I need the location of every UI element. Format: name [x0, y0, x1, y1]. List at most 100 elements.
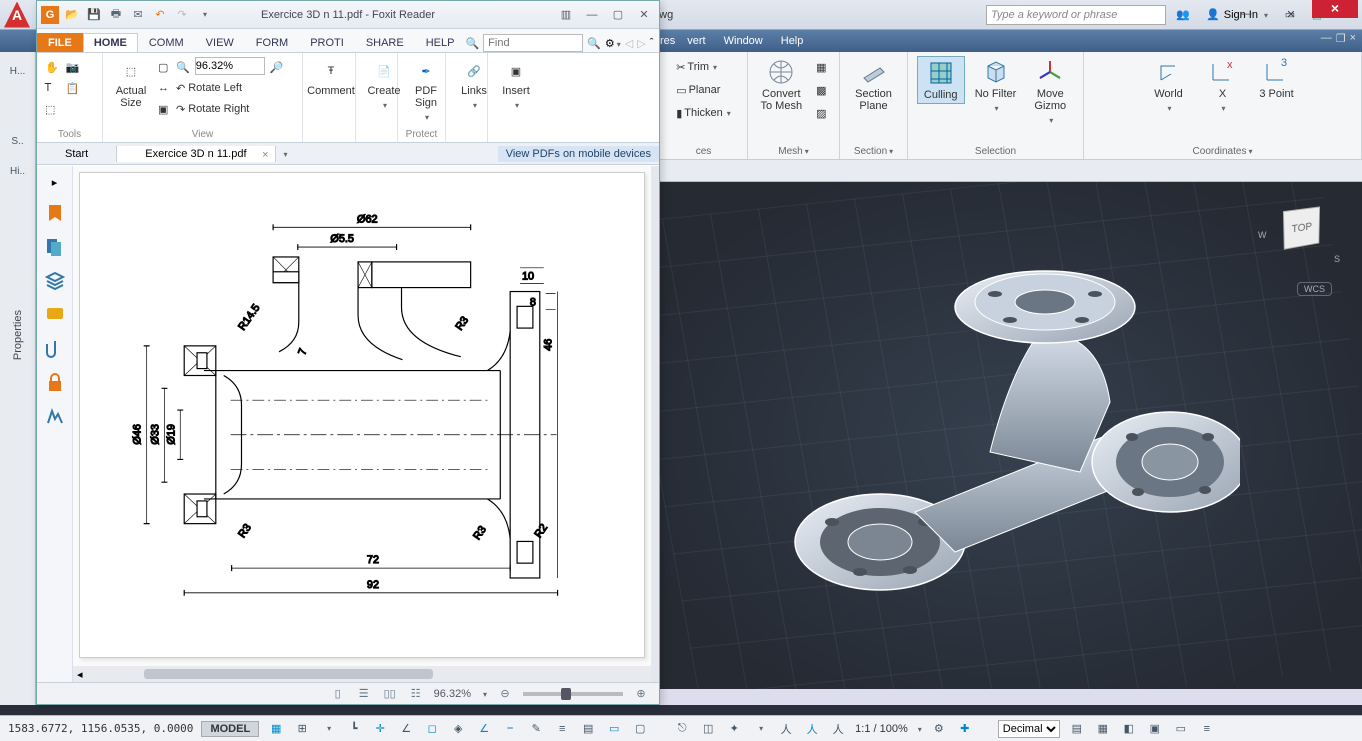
view-cont-facing-icon[interactable]: ☷ [408, 686, 424, 702]
no-filter-button[interactable]: No Filter [971, 56, 1021, 116]
mesh-panel-label[interactable]: Mesh [778, 144, 808, 159]
rotate-right-button[interactable]: ↷Rotate Right [174, 99, 285, 119]
find-folder-icon[interactable]: 🔍 [465, 37, 479, 50]
zoom-slider-knob[interactable] [561, 688, 571, 700]
sidebar-expand-icon[interactable]: ▸ [52, 176, 58, 189]
comments-icon[interactable] [45, 305, 65, 325]
mesh-opt3-icon[interactable]: ▨ [812, 102, 830, 124]
open-icon[interactable]: 📂 [63, 6, 81, 24]
coordinates-panel-label[interactable]: Coordinates [1193, 144, 1253, 159]
mesh-opt2-icon[interactable]: ▩ [812, 79, 830, 101]
foxit-minimize-button[interactable]: — [581, 6, 603, 24]
attachments-icon[interactable] [45, 339, 65, 359]
workspace-icon[interactable]: ⎋ [673, 720, 691, 738]
3dtripod-icon[interactable]: 人 [777, 720, 795, 738]
actual-size-button[interactable]: ⬚ Actual Size [109, 57, 153, 111]
autocad-logo-icon[interactable]: A [4, 2, 30, 28]
acad-3d-viewport[interactable]: TOP S W WCS [660, 182, 1362, 705]
customize-icon[interactable]: ≡ [1198, 720, 1216, 738]
select-annotation-icon[interactable]: ⬚ [43, 99, 61, 119]
lineweight-icon[interactable]: ≡ [553, 720, 571, 738]
section-panel-label[interactable]: Section [854, 144, 893, 159]
clipboard-icon[interactable]: 📋 [64, 78, 82, 98]
snapshot-icon[interactable]: 📷 [64, 57, 82, 77]
move-gizmo-button[interactable]: Move Gizmo [1026, 56, 1074, 128]
units-select[interactable]: Decimal [998, 720, 1060, 738]
security-icon[interactable] [45, 373, 65, 393]
section-plane-button[interactable]: Section Plane [850, 56, 898, 114]
undo-icon[interactable]: ↶ [151, 6, 169, 24]
zoom-select[interactable] [195, 57, 265, 75]
x-ucs-button[interactable]: x X [1199, 56, 1247, 116]
planar-button[interactable]: ▭Planar [672, 79, 724, 101]
save-icon[interactable]: 💾 [85, 6, 103, 24]
tab-file[interactable]: FILE [37, 33, 83, 52]
rotate-left-button[interactable]: ↶Rotate Left [174, 78, 285, 98]
culling-button[interactable]: Culling [917, 56, 965, 104]
find-prev-icon[interactable]: ◁ [625, 37, 633, 50]
ribbon-mode-icon[interactable]: ▥ [555, 6, 577, 24]
tab-comment[interactable]: COMM [138, 33, 195, 52]
fit-page-icon[interactable]: ▢ [156, 57, 171, 77]
tab-view[interactable]: VIEW [195, 33, 245, 52]
foxit-logo-icon[interactable]: G [41, 6, 59, 24]
ribbon-collapse-icon[interactable]: ˆ [650, 37, 654, 49]
menu-vert[interactable]: vert [687, 35, 705, 47]
anno-vis-icon[interactable]: ✚ [956, 720, 974, 738]
view-continuous-icon[interactable]: ☰ [356, 686, 372, 702]
zoom-in-icon[interactable]: 🔎 [268, 57, 286, 77]
convert-to-mesh-button[interactable]: Convert To Mesh [757, 56, 807, 114]
isolate-icon[interactable]: ▣ [1146, 720, 1164, 738]
right-splitter[interactable] [651, 166, 659, 682]
mdi-minimize-icon[interactable]: — [1321, 32, 1332, 45]
dyn-input-icon[interactable]: ✎ [527, 720, 545, 738]
bookmark-icon[interactable] [45, 203, 65, 223]
hw-accel-icon[interactable]: ◧ [1120, 720, 1138, 738]
mdi-close-icon[interactable]: × [1350, 32, 1356, 45]
quickprops-icon[interactable]: ▤ [1068, 720, 1086, 738]
polar-icon[interactable]: ✛ [371, 720, 389, 738]
gizmo-status-icon[interactable]: ✦ [725, 720, 743, 738]
tab-help[interactable]: HELP [415, 33, 466, 52]
3dosnap-icon[interactable]: ◈ [449, 720, 467, 738]
mesh-opt1-icon[interactable]: ▦ [812, 56, 830, 78]
layers-icon[interactable] [45, 271, 65, 291]
signatures-icon[interactable] [45, 407, 65, 427]
3dprops-icon[interactable]: ◫ [699, 720, 717, 738]
select-text-icon[interactable]: Ꭲ [43, 78, 61, 98]
ucs-status-icon[interactable]: 人 [803, 720, 821, 738]
find-options-icon[interactable]: ⚙ [605, 37, 621, 50]
otrack-icon[interactable]: ∠ [475, 720, 493, 738]
tab-share[interactable]: SHARE [355, 33, 415, 52]
window-maximize-button[interactable]: ▭ [1270, 2, 1310, 26]
qat-customize-icon[interactable] [195, 6, 213, 24]
redo-icon[interactable]: ↷ [173, 6, 191, 24]
wcs-badge[interactable]: WCS [1297, 282, 1332, 296]
pdf-sign-button[interactable]: ✒ PDF Sign [404, 57, 448, 125]
view-single-icon[interactable]: ▯ [330, 686, 346, 702]
snap-menu-icon[interactable] [319, 720, 337, 738]
fit-width-icon[interactable]: ↔ [156, 78, 171, 98]
tab-home[interactable]: HOME [83, 33, 138, 52]
window-minimize-button[interactable]: — [1226, 2, 1266, 26]
grid-toggle-icon[interactable]: ▦ [267, 720, 285, 738]
osnap-icon[interactable]: ◻ [423, 720, 441, 738]
menu-res[interactable]: res [660, 35, 675, 47]
ortho-icon[interactable]: ┗ [345, 720, 363, 738]
clean-screen-icon[interactable]: ▭ [1172, 720, 1190, 738]
scroll-thumb[interactable] [144, 669, 433, 679]
trim-button[interactable]: ✂Trim [672, 56, 721, 78]
3d-osnap2-icon[interactable]: ▢ [631, 720, 649, 738]
pdf-page-area[interactable]: Ø62 Ø5.5 R14.5 [73, 166, 651, 682]
isodraft-icon[interactable]: ∠ [397, 720, 415, 738]
window-close-button[interactable]: × [1312, 0, 1358, 18]
hand-tool-icon[interactable]: ✋ [43, 57, 61, 77]
zoom-out-status-icon[interactable]: ⊖ [497, 686, 513, 702]
doctab-close-icon[interactable]: × [262, 149, 268, 161]
ucs2-icon[interactable]: 人 [829, 720, 847, 738]
find-next-icon[interactable]: ▷ [637, 37, 645, 50]
doctab-start[interactable]: Start [37, 146, 117, 162]
lock-ui-icon[interactable]: ▦ [1094, 720, 1112, 738]
3point-ucs-button[interactable]: 3 3 Point [1253, 56, 1301, 102]
foxit-close-button[interactable]: ✕ [633, 6, 655, 24]
